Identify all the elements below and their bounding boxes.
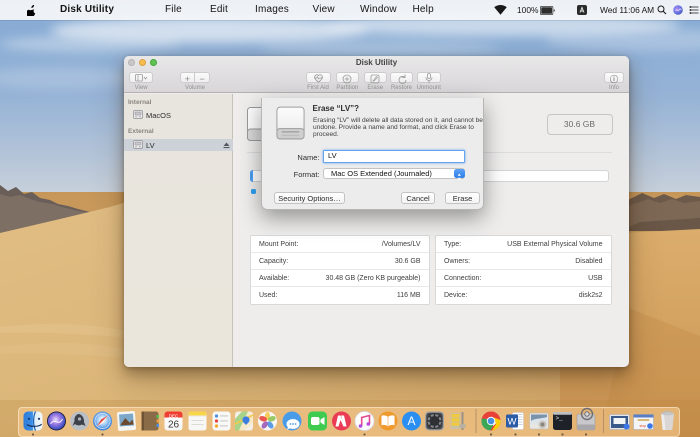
svg-text:W: W [508,417,517,428]
svg-text:DEC: DEC [169,414,179,419]
svg-text:>_: >_ [556,415,564,422]
svg-text:A: A [407,414,415,428]
svg-text:stop: stop [640,424,647,428]
svg-text:26: 26 [168,420,180,431]
